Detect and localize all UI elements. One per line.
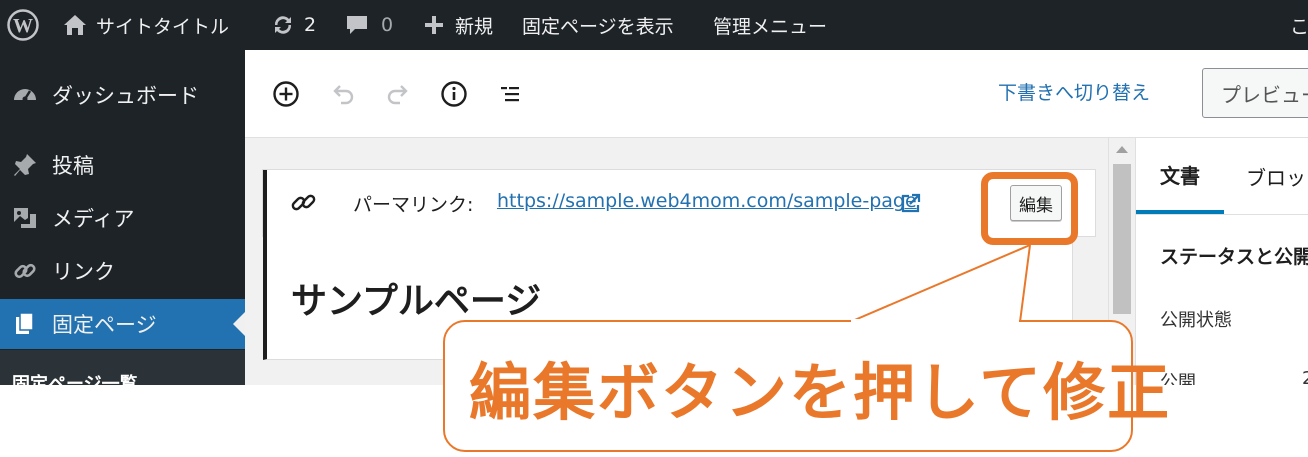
edit-button-highlight: [981, 172, 1078, 245]
callout-text: 編集ボタンを押して修正: [469, 356, 1172, 429]
callout-box: 編集ボタンを押して修正: [443, 320, 1169, 452]
